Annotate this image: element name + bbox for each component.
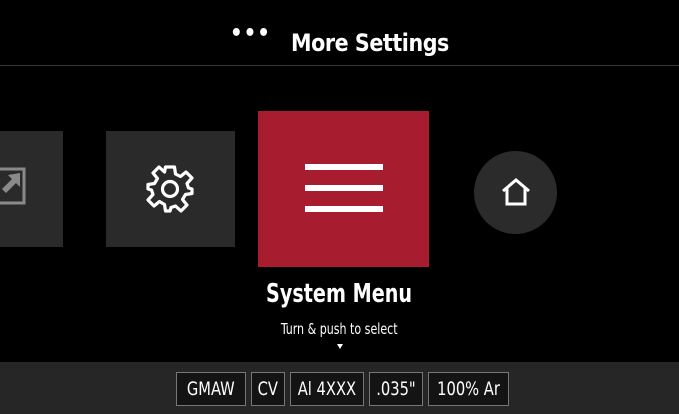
mode-chip[interactable]: CV <box>251 372 285 406</box>
gas-chip[interactable]: 100% Ar <box>428 372 509 406</box>
selected-item-label: System Menu <box>266 279 413 309</box>
system-menu-tile[interactable] <box>258 111 429 267</box>
ellipsis-icon: ••• <box>230 21 271 46</box>
settings-tile[interactable] <box>106 131 235 247</box>
wire-chip[interactable]: Al 4XXX <box>290 372 364 406</box>
export-icon <box>0 167 26 205</box>
partial-tile[interactable] <box>0 131 63 247</box>
page-title: More Settings <box>291 29 449 57</box>
header-bar: ••• More Settings <box>0 0 679 66</box>
hamburger-menu-icon <box>305 164 383 212</box>
home-button[interactable] <box>474 151 557 234</box>
diameter-chip[interactable]: .035" <box>369 372 423 406</box>
process-status-bar: GMAW CV Al 4XXX .035" 100% Ar <box>0 362 679 414</box>
caret-down-icon <box>337 344 343 349</box>
selection-hint: Turn & push to select <box>281 320 398 338</box>
gear-icon <box>146 165 194 213</box>
process-chip[interactable]: GMAW <box>176 372 246 406</box>
home-icon <box>502 178 530 206</box>
